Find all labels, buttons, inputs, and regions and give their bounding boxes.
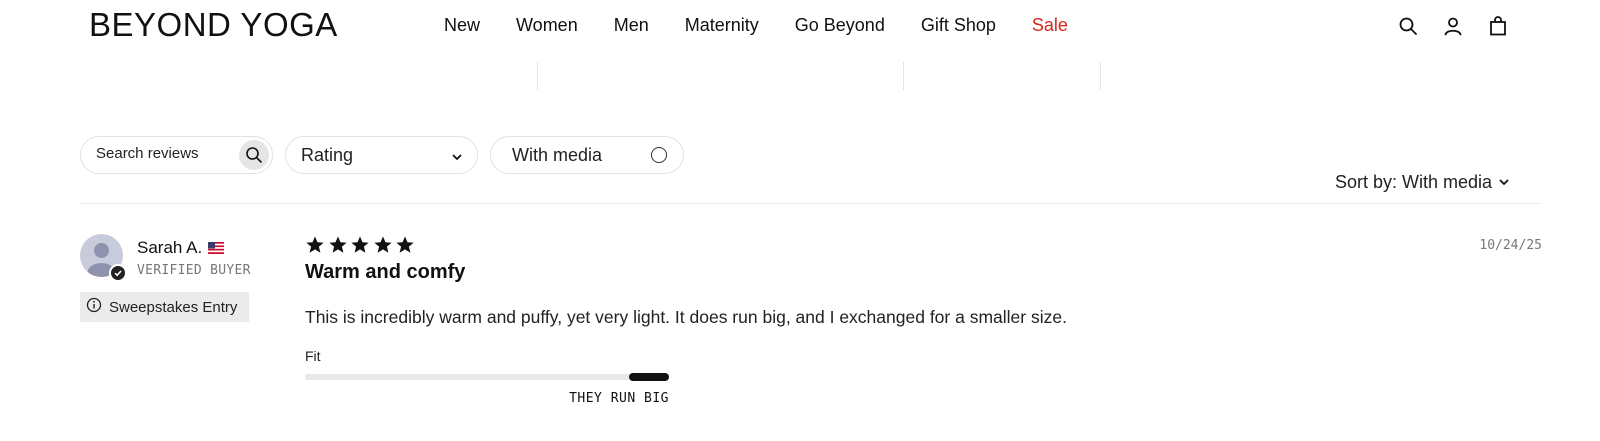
star-icon — [306, 236, 324, 253]
search-reviews-input[interactable] — [96, 145, 231, 162]
nav-women[interactable]: Women — [516, 15, 578, 36]
sort-dropdown[interactable]: Sort by: With media — [1335, 172, 1510, 193]
nav-new[interactable]: New — [444, 15, 480, 36]
site-header: BEYOND YOGA New Women Men Maternity Go B… — [0, 0, 1600, 50]
with-media-toggle[interactable]: With media — [490, 136, 684, 174]
shopping-bag-icon[interactable] — [1486, 14, 1510, 38]
star-icon — [373, 236, 392, 253]
main-nav: New Women Men Maternity Go Beyond Gift S… — [444, 15, 1104, 36]
verified-check-icon — [109, 264, 127, 282]
rating-dropdown-label: Rating — [301, 145, 354, 165]
fit-label: Fit — [305, 348, 321, 364]
review-filters: Rating With media — [80, 136, 684, 174]
chevron-down-icon — [451, 150, 463, 168]
sweepstakes-badge[interactable]: Sweepstakes Entry — [80, 292, 249, 322]
search-icon[interactable] — [1396, 14, 1420, 38]
star-icon — [396, 236, 414, 253]
nav-men[interactable]: Men — [614, 15, 649, 36]
chevron-down-icon — [1498, 172, 1510, 193]
divider-line — [537, 62, 538, 90]
rating-dropdown[interactable]: Rating — [285, 136, 478, 174]
section-divider — [80, 203, 1542, 204]
review-title: Warm and comfy — [305, 261, 466, 283]
us-flag-icon — [208, 241, 224, 254]
fit-value-label: THEY RUN BIG — [569, 391, 669, 406]
star-rating — [305, 235, 418, 255]
review-search — [80, 136, 273, 174]
nav-go-beyond[interactable]: Go Beyond — [795, 15, 885, 36]
with-media-label: With media — [512, 145, 603, 165]
sweepstakes-label: Sweepstakes Entry — [109, 298, 238, 316]
sort-label: Sort by: With media — [1334, 172, 1492, 192]
nav-sale[interactable]: Sale — [1032, 15, 1068, 36]
reviewer-name: Sarah A. — [137, 238, 203, 257]
info-icon — [86, 297, 102, 318]
review-body: This is incredibly warm and puffy, yet v… — [305, 307, 1067, 327]
verified-buyer-label: VERIFIED BUYER — [137, 263, 251, 278]
divider-line — [1100, 62, 1101, 90]
divider-line — [903, 62, 904, 90]
fit-indicator — [629, 373, 669, 381]
logo[interactable]: BEYOND YOGA — [89, 6, 338, 44]
fit-scale — [305, 373, 669, 381]
nav-gift-shop[interactable]: Gift Shop — [921, 15, 996, 36]
header-actions — [1375, 14, 1510, 38]
star-icon — [351, 236, 369, 253]
radio-circle-icon — [651, 147, 667, 163]
nav-maternity[interactable]: Maternity — [685, 15, 759, 36]
star-icon — [328, 236, 347, 253]
search-icon — [246, 147, 262, 163]
search-button[interactable] — [239, 140, 269, 170]
account-icon[interactable] — [1441, 14, 1465, 38]
review-date: 10/24/25 — [1479, 238, 1542, 253]
